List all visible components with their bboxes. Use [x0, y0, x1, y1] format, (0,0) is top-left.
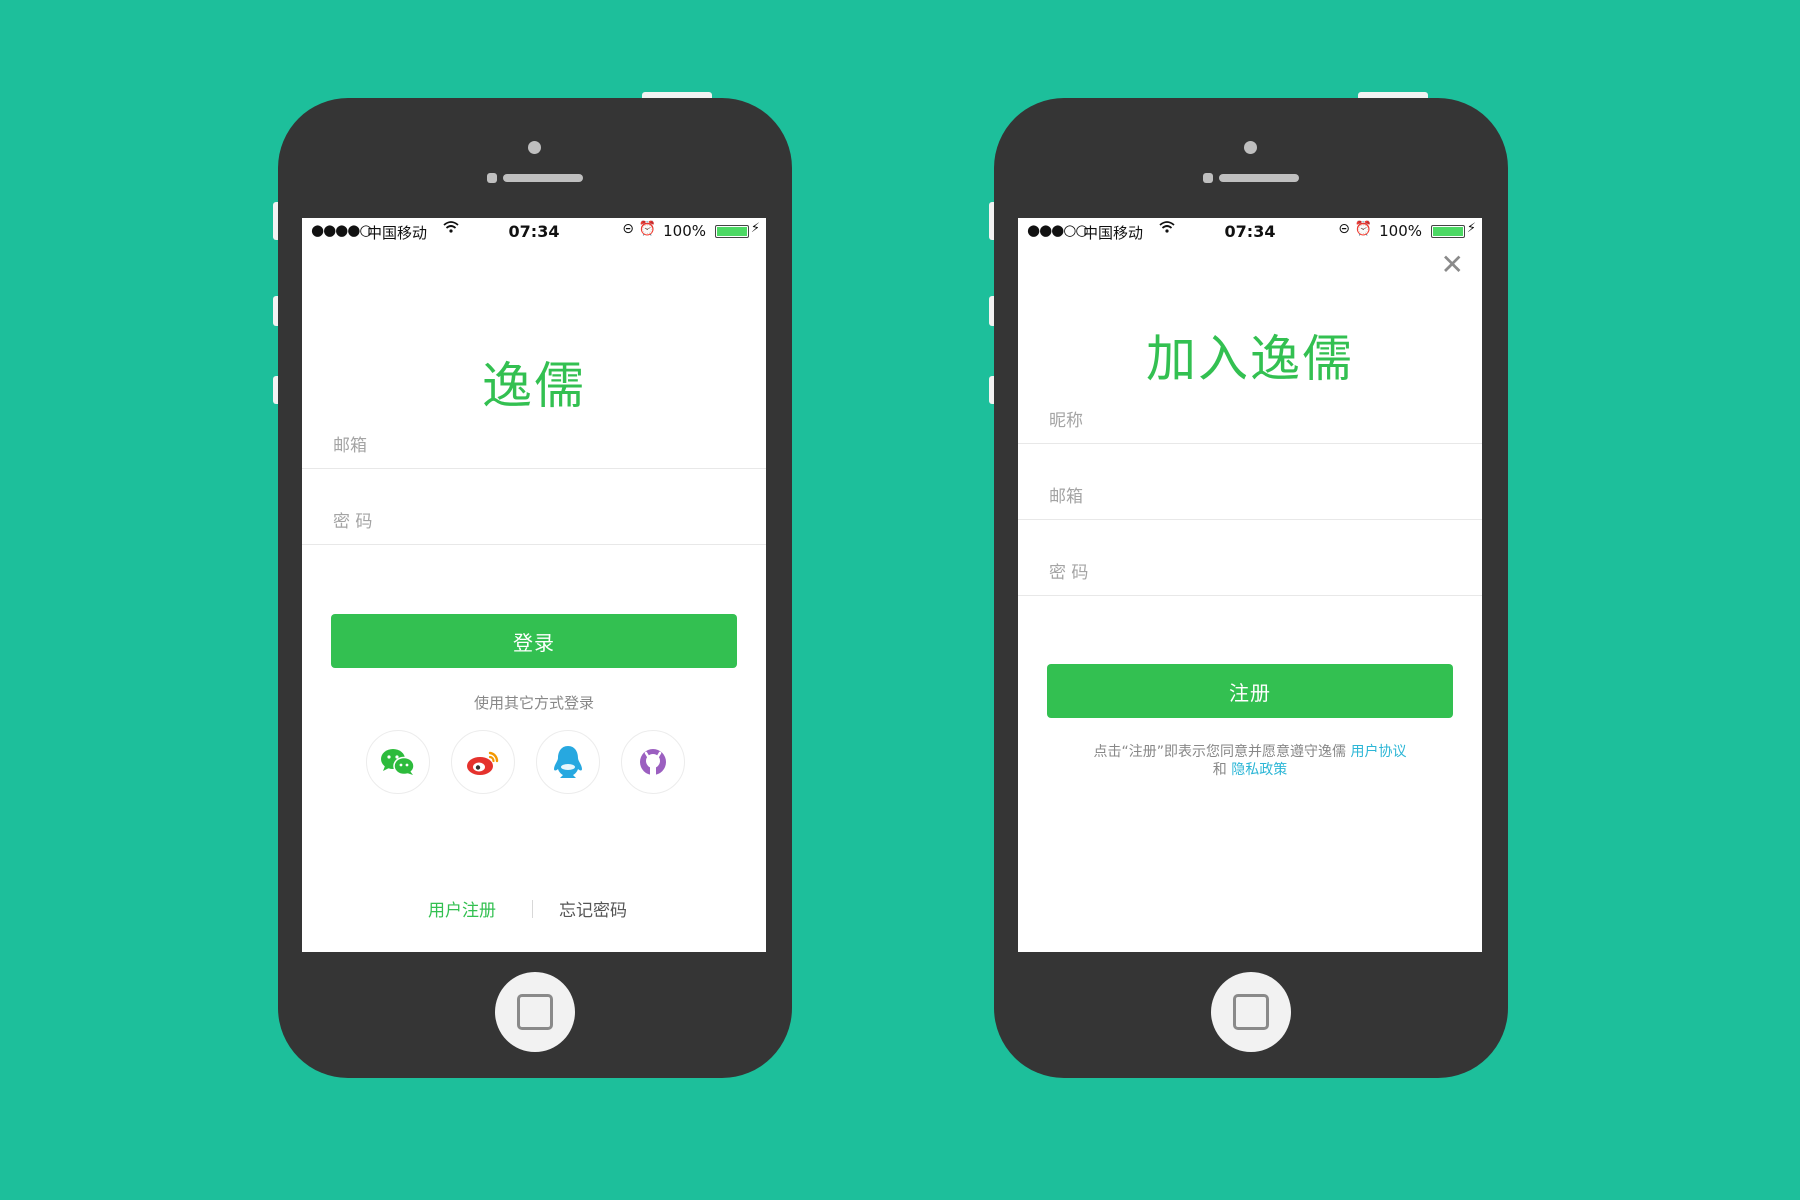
mute-switch	[989, 202, 994, 240]
phone-mockup-register: ●●●○○ 中国移动 07:34 ⊝ ⏰ 100% ⚡ ✕ 加入逸儒 注册 点击…	[989, 92, 1508, 1078]
email-field[interactable]	[1018, 475, 1482, 520]
alarm-icon: ⏰	[1354, 221, 1372, 237]
other-login-label: 使用其它方式登录	[473, 694, 594, 712]
volume-up-button	[273, 296, 278, 326]
earpiece-speaker	[1219, 174, 1299, 182]
volume-down-button	[989, 376, 994, 404]
orientation-lock-icon: ⊝	[622, 221, 634, 237]
battery-percent: 100%	[663, 222, 706, 240]
proximity-sensor	[487, 173, 497, 183]
email-input[interactable]	[1047, 481, 1472, 513]
qq-icon	[554, 746, 582, 778]
weibo-login-button[interactable]	[451, 730, 515, 794]
weibo-icon	[467, 751, 499, 775]
register-link[interactable]: 用户注册	[428, 896, 496, 921]
terms-prefix: 点击“注册”即表示您同意并愿意遵守逸儒	[1093, 744, 1351, 760]
power-button	[642, 92, 712, 98]
email-field[interactable]	[302, 424, 766, 469]
battery-icon	[715, 225, 749, 238]
volume-up-button	[989, 296, 994, 326]
wechat-icon	[381, 749, 415, 776]
front-camera	[1244, 141, 1257, 154]
email-input[interactable]	[331, 430, 756, 462]
password-field[interactable]	[1018, 551, 1482, 596]
register-title: 加入逸儒	[1146, 330, 1354, 388]
github-login-button[interactable]	[621, 730, 685, 794]
charging-icon: ⚡	[750, 221, 760, 236]
front-camera	[528, 141, 541, 154]
status-bar: ●●●○○ 中国移动 07:34 ⊝ ⏰ 100% ⚡	[1018, 218, 1482, 244]
earpiece-speaker	[503, 174, 583, 182]
password-input[interactable]	[331, 506, 756, 538]
privacy-policy-link[interactable]: 隐私政策	[1231, 762, 1287, 778]
home-button	[495, 972, 575, 1052]
link-divider	[532, 900, 533, 918]
nickname-field[interactable]	[1018, 399, 1482, 444]
proximity-sensor	[1203, 173, 1213, 183]
bottom-links: 用户注册 忘记密码	[302, 896, 766, 921]
orientation-lock-icon: ⊝	[1338, 221, 1350, 237]
battery-icon	[1431, 225, 1465, 238]
github-icon	[640, 749, 666, 775]
charging-icon: ⚡	[1466, 221, 1476, 236]
forgot-password-link[interactable]: 忘记密码	[559, 896, 627, 921]
close-icon[interactable]: ✕	[1441, 251, 1464, 279]
app-title: 逸儒	[482, 357, 586, 415]
terms-notice: 点击“注册”即表示您同意并愿意遵守逸儒 用户协议 和 隐私政策	[1038, 743, 1462, 779]
wechat-login-button[interactable]	[366, 730, 430, 794]
login-screen: ●●●●○ 中国移动 07:34 ⊝ ⏰ 100% ⚡ 逸儒 登录 使用其它方式…	[302, 218, 766, 952]
password-input[interactable]	[1047, 557, 1472, 589]
alarm-icon: ⏰	[638, 221, 656, 237]
battery-percent: 100%	[1379, 222, 1422, 240]
qq-login-button[interactable]	[536, 730, 600, 794]
login-button[interactable]: 登录	[331, 614, 737, 668]
register-button[interactable]: 注册	[1047, 664, 1453, 718]
register-screen: ●●●○○ 中国移动 07:34 ⊝ ⏰ 100% ⚡ ✕ 加入逸儒 注册 点击…	[1018, 218, 1482, 952]
status-bar: ●●●●○ 中国移动 07:34 ⊝ ⏰ 100% ⚡	[302, 218, 766, 244]
nickname-input[interactable]	[1047, 405, 1472, 437]
user-agreement-link[interactable]: 用户协议	[1350, 744, 1406, 760]
password-field[interactable]	[302, 500, 766, 545]
power-button	[1358, 92, 1428, 98]
home-button	[1211, 972, 1291, 1052]
phone-mockup-login: ●●●●○ 中国移动 07:34 ⊝ ⏰ 100% ⚡ 逸儒 登录 使用其它方式…	[273, 92, 792, 1078]
volume-down-button	[273, 376, 278, 404]
mute-switch	[273, 202, 278, 240]
terms-and: 和	[1212, 762, 1232, 778]
